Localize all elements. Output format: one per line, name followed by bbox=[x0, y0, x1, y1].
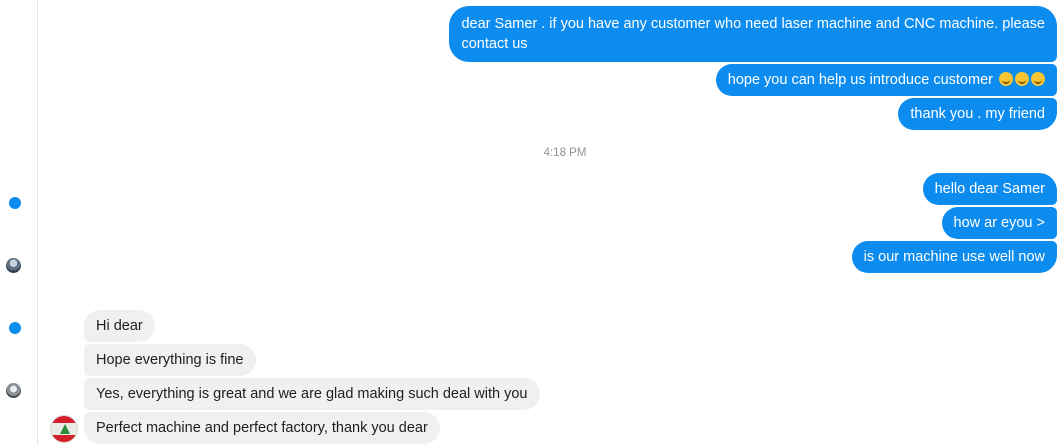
cedar-icon bbox=[60, 424, 70, 434]
smiling-face-emoji-icon bbox=[999, 72, 1013, 86]
message-text: Perfect machine and perfect factory, tha… bbox=[96, 420, 428, 436]
message-text: is our machine use well now bbox=[863, 249, 1045, 265]
message-text: Hope everything is fine bbox=[96, 352, 244, 368]
message-text: how ar eyou > bbox=[953, 215, 1046, 231]
message-text-line: contact us bbox=[461, 36, 528, 52]
smiling-face-emoji-icon bbox=[1015, 72, 1029, 86]
outgoing-message[interactable]: is our machine use well now bbox=[851, 241, 1057, 273]
contact-avatar[interactable] bbox=[6, 258, 21, 273]
outgoing-message[interactable]: dear Samer . if you have any customer wh… bbox=[449, 6, 1057, 62]
incoming-message[interactable]: Hi dear bbox=[84, 310, 155, 342]
unread-dot bbox=[9, 322, 21, 334]
contact-avatar[interactable] bbox=[6, 383, 21, 398]
incoming-message[interactable]: Perfect machine and perfect factory, tha… bbox=[84, 412, 440, 444]
message-text: thank you . my friend bbox=[910, 106, 1045, 122]
outgoing-message[interactable]: hello dear Samer bbox=[922, 173, 1057, 205]
message-text-line: dear Samer . if you have any customer wh… bbox=[461, 16, 1045, 32]
message-text: hope you can help us introduce customer bbox=[727, 72, 993, 88]
message-text: Yes, everything is great and we are glad… bbox=[96, 386, 528, 402]
outgoing-message[interactable]: how ar eyou > bbox=[941, 207, 1057, 239]
sender-avatar[interactable] bbox=[50, 415, 78, 443]
message-timestamp: 4:18 PM bbox=[543, 147, 587, 159]
conversation-sidebar bbox=[0, 0, 38, 445]
avatar-flag-stripe bbox=[51, 435, 77, 442]
message-text: Hi dear bbox=[96, 318, 143, 334]
smiling-face-emoji-icon bbox=[1031, 72, 1045, 86]
outgoing-message[interactable]: hope you can help us introduce customer bbox=[715, 64, 1057, 96]
incoming-message[interactable]: Yes, everything is great and we are glad… bbox=[84, 378, 540, 410]
unread-dot bbox=[9, 197, 21, 209]
outgoing-message[interactable]: thank you . my friend bbox=[898, 98, 1057, 130]
incoming-message[interactable]: Hope everything is fine bbox=[84, 344, 256, 376]
message-text: hello dear Samer bbox=[934, 181, 1045, 197]
avatar-flag-stripe bbox=[51, 416, 77, 423]
